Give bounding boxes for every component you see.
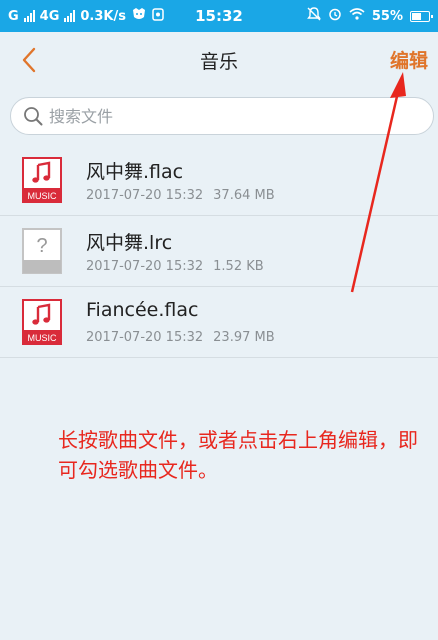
file-size: 23.97 MB [213, 330, 275, 345]
status-bar: G 4G 0.3K/s 15:32 55% [0, 0, 438, 32]
status-right: 55% [306, 7, 433, 25]
battery-percent: 55% [371, 8, 403, 24]
music-icon-label: MUSIC [28, 191, 58, 201]
search-icon [24, 107, 43, 126]
file-row[interactable]: MUSIC Fiancée.flac 2017-07-20 15:32 23.97… [0, 287, 438, 358]
file-meta: 2017-07-20 15:32 37.64 MB [86, 188, 275, 203]
status-left: G 4G 0.3K/s [8, 7, 307, 25]
file-meta: 2017-07-20 15:32 23.97 MB [86, 330, 275, 345]
annotation-text: 长按歌曲文件，或者点击右上角编辑，即可勾选歌曲文件。 [58, 428, 418, 482]
music-file-icon: MUSIC [22, 157, 62, 203]
file-row[interactable]: ? 风中舞.lrc 2017-07-20 15:32 1.52 KB [0, 216, 438, 287]
signal-icon-2 [64, 10, 76, 22]
network-speed: 0.3K/s [80, 8, 126, 24]
file-meta: 2017-07-20 15:32 1.52 KB [86, 259, 264, 274]
file-name: 风中舞.lrc [86, 232, 173, 254]
file-date: 2017-07-20 15:32 [86, 188, 204, 203]
file-date: 2017-07-20 15:32 [86, 330, 204, 345]
file-date: 2017-07-20 15:32 [86, 259, 204, 274]
carrier-1-label: G [8, 8, 19, 24]
battery-icon [410, 10, 433, 22]
title-bar: 音乐 编辑 [0, 32, 438, 88]
search-input[interactable] [49, 106, 409, 126]
file-row[interactable]: MUSIC 风中舞.flac 2017-07-20 15:32 37.64 MB [0, 145, 438, 216]
signal-icon [23, 10, 35, 22]
wifi-icon [349, 8, 365, 24]
music-icon-label: MUSIC [28, 333, 58, 343]
carrier-2-label: 4G [39, 8, 60, 24]
file-name: 风中舞.flac [86, 161, 184, 183]
unknown-icon-label: ? [36, 235, 47, 257]
back-button[interactable] [18, 46, 42, 74]
app-notification-icon [131, 7, 147, 25]
edit-button[interactable]: 编辑 [390, 46, 428, 73]
file-name: Fiancée.flac [86, 299, 199, 321]
music-file-icon: MUSIC [22, 299, 62, 345]
file-size: 37.64 MB [213, 188, 275, 203]
search-bar[interactable] [10, 97, 434, 135]
notification-icon [152, 7, 164, 25]
unknown-file-icon: ? [22, 228, 62, 274]
file-size: 1.52 KB [213, 259, 264, 274]
page-title: 音乐 [199, 50, 238, 73]
alarm-icon [328, 7, 342, 25]
chevron-left-icon [22, 47, 36, 73]
mute-icon [306, 7, 321, 25]
file-list: MUSIC 风中舞.flac 2017-07-20 15:32 37.64 MB … [0, 145, 438, 358]
